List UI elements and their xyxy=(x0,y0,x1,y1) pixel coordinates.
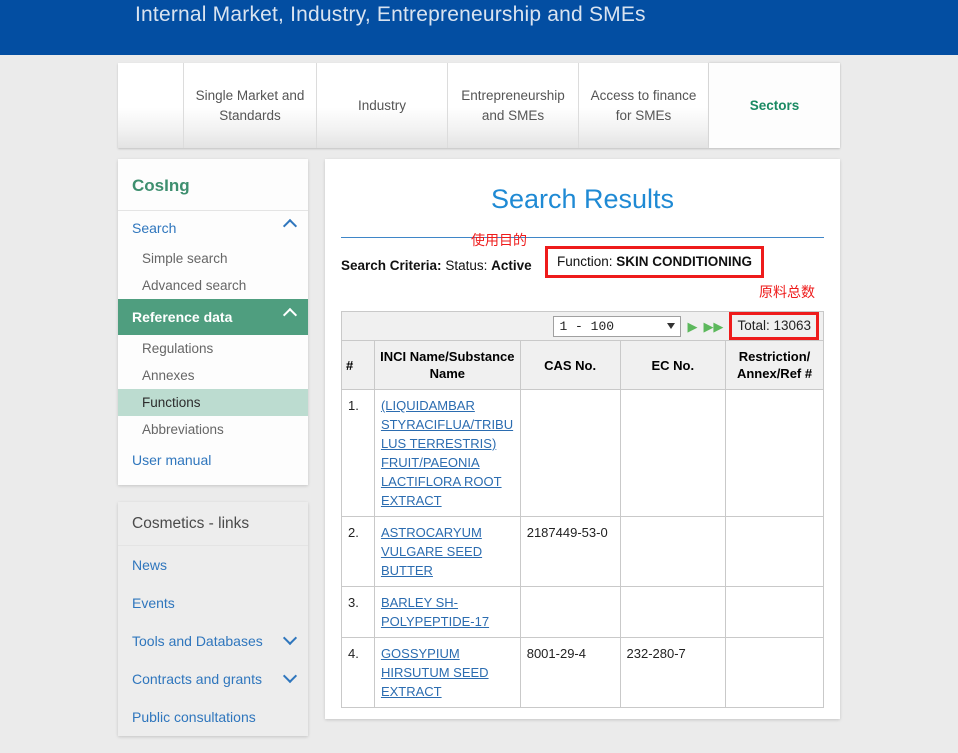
sidebar-link-tools-and-databases[interactable]: Tools and Databases xyxy=(118,622,308,660)
col-header-number: # xyxy=(342,341,375,390)
main-tabbar: Single Market and Standards Industry Ent… xyxy=(118,63,840,148)
sidebar-item-search-label: Search xyxy=(132,220,176,236)
left-sidebar: CosIng Search Simple search Advanced sea… xyxy=(118,159,308,753)
cosmetics-links-title: Cosmetics - links xyxy=(118,502,308,546)
results-panel: Search Results 使用目的 Search Criteria: Sta… xyxy=(325,159,840,719)
chevron-down-icon xyxy=(283,669,297,683)
sidebar-item-reference-data[interactable]: Reference data xyxy=(118,299,308,335)
search-criteria-row: 使用目的 Search Criteria: Status: Active Fun… xyxy=(341,255,824,281)
inci-link[interactable]: BARLEY SH-POLYPEPTIDE-17 xyxy=(381,595,489,629)
sidebar-item-advanced-search[interactable]: Advanced search xyxy=(118,272,308,299)
sidebar-item-simple-search[interactable]: Simple search xyxy=(118,245,308,272)
sidebar-link-tools-label: Tools and Databases xyxy=(132,633,263,649)
cell-number: 1. xyxy=(342,390,375,517)
chevron-up-icon xyxy=(283,308,297,322)
sidebar-link-events[interactable]: Events xyxy=(118,584,308,622)
table-header-row: # INCI Name/Substance Name CAS No. EC No… xyxy=(342,341,824,390)
cell-cas-no: 2187449-53-0 xyxy=(520,517,620,587)
function-label: Function: xyxy=(557,254,613,269)
function-criteria-highlight: Function: SKIN CONDITIONING xyxy=(545,246,764,278)
sidebar-item-user-manual[interactable]: User manual xyxy=(118,443,308,485)
chevron-up-icon xyxy=(283,219,297,233)
divider xyxy=(341,237,824,238)
sidebar-item-regulations[interactable]: Regulations xyxy=(118,335,308,362)
pagination-bar: 1 - 100 ▶ ▶▶ Total: 13063 xyxy=(341,311,824,340)
next-page-button[interactable]: ▶ xyxy=(687,320,697,333)
col-header-restriction: Restriction/ Annex/Ref # xyxy=(726,341,824,390)
sidebar-item-functions[interactable]: Functions xyxy=(118,389,308,416)
tab-single-market-and-standards[interactable]: Single Market and Standards xyxy=(184,63,317,148)
inci-link[interactable]: GOSSYPIUM HIRSUTUM SEED EXTRACT xyxy=(381,646,489,699)
cell-inci-name[interactable]: BARLEY SH-POLYPEPTIDE-17 xyxy=(374,587,520,638)
site-banner: Internal Market, Industry, Entrepreneurs… xyxy=(0,0,958,55)
cell-inci-name[interactable]: (LIQUIDAMBAR STYRACIFLUA/TRIBULUS TERRES… xyxy=(374,390,520,517)
cell-number: 2. xyxy=(342,517,375,587)
status-label: Status: xyxy=(445,258,487,273)
page-title: Search Results xyxy=(341,184,824,215)
col-header-ec-no: EC No. xyxy=(620,341,726,390)
table-row: 1. (LIQUIDAMBAR STYRACIFLUA/TRIBULUS TER… xyxy=(342,390,824,517)
cell-ec-no: 232-280-7 xyxy=(620,638,726,708)
sidebar-item-reference-data-label: Reference data xyxy=(132,309,232,325)
tab-industry[interactable]: Industry xyxy=(317,63,448,148)
tab-entrepreneurship-and-smes[interactable]: Entrepreneurship and SMEs xyxy=(448,63,579,148)
chevron-down-icon xyxy=(283,631,297,645)
sidebar-item-abbreviations[interactable]: Abbreviations xyxy=(118,416,308,443)
inci-link[interactable]: (LIQUIDAMBAR STYRACIFLUA/TRIBULUS TERRES… xyxy=(381,398,513,508)
tab-sectors[interactable]: Sectors xyxy=(709,63,840,148)
cell-ec-no xyxy=(620,517,726,587)
page-range-select[interactable]: 1 - 100 xyxy=(553,316,681,337)
cell-restriction xyxy=(726,517,824,587)
cell-restriction xyxy=(726,638,824,708)
cosing-nav-card: CosIng Search Simple search Advanced sea… xyxy=(118,159,308,485)
status-value: Active xyxy=(491,258,532,273)
tab-access-to-finance-for-smes[interactable]: Access to finance for SMEs xyxy=(579,63,709,148)
sidebar-link-news[interactable]: News xyxy=(118,546,308,584)
search-criteria-label: Search Criteria: xyxy=(341,258,442,273)
cell-number: 3. xyxy=(342,587,375,638)
cell-restriction xyxy=(726,587,824,638)
sidebar-link-contracts-label: Contracts and grants xyxy=(132,671,262,687)
total-count-badge: Total: 13063 xyxy=(729,312,819,340)
cell-cas-no: 8001-29-4 xyxy=(520,638,620,708)
cosmetics-links-card: Cosmetics - links News Events Tools and … xyxy=(118,502,308,736)
table-row: 2. ASTROCARYUM VULGARE SEED BUTTER 21874… xyxy=(342,517,824,587)
cell-restriction xyxy=(726,390,824,517)
sidebar-item-search[interactable]: Search xyxy=(118,211,308,245)
results-table: # INCI Name/Substance Name CAS No. EC No… xyxy=(341,340,824,708)
cell-cas-no xyxy=(520,587,620,638)
table-row: 3. BARLEY SH-POLYPEPTIDE-17 xyxy=(342,587,824,638)
sidebar-link-public-consultations[interactable]: Public consultations xyxy=(118,698,308,736)
cell-ec-no xyxy=(620,390,726,517)
last-page-button[interactable]: ▶▶ xyxy=(703,320,723,333)
cell-inci-name[interactable]: ASTROCARYUM VULGARE SEED BUTTER xyxy=(374,517,520,587)
table-row: 4. GOSSYPIUM HIRSUTUM SEED EXTRACT 8001-… xyxy=(342,638,824,708)
cell-number: 4. xyxy=(342,638,375,708)
cell-inci-name[interactable]: GOSSYPIUM HIRSUTUM SEED EXTRACT xyxy=(374,638,520,708)
search-criteria-static: Search Criteria: Status: Active xyxy=(341,258,532,273)
sidebar-item-annexes[interactable]: Annexes xyxy=(118,362,308,389)
inci-link[interactable]: ASTROCARYUM VULGARE SEED BUTTER xyxy=(381,525,482,578)
function-value: SKIN CONDITIONING xyxy=(616,254,752,269)
col-header-cas-no: CAS No. xyxy=(520,341,620,390)
chevron-down-icon xyxy=(667,323,675,329)
cell-cas-no xyxy=(520,390,620,517)
cell-ec-no xyxy=(620,587,726,638)
cosing-card-title: CosIng xyxy=(118,159,308,211)
page-range-select-wrap: 1 - 100 xyxy=(553,316,681,337)
col-header-inci-name: INCI Name/Substance Name xyxy=(374,341,520,390)
tab-spacer xyxy=(118,63,184,148)
annotation-total: 原料总数 xyxy=(759,282,815,302)
site-title: Internal Market, Industry, Entrepreneurs… xyxy=(135,3,646,27)
annotation-purpose: 使用目的 xyxy=(471,230,527,250)
sidebar-link-contracts-and-grants[interactable]: Contracts and grants xyxy=(118,660,308,698)
